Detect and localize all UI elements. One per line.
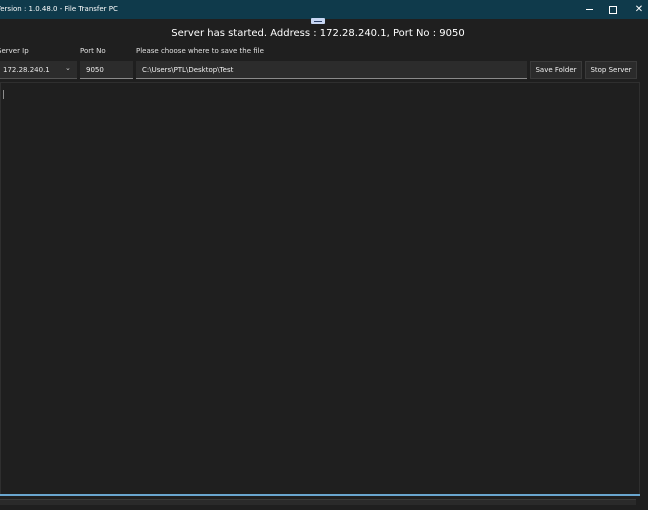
title-bar[interactable]: Version : 1.0.48.0 - File Transfer PC ✕: [0, 0, 648, 19]
save-path-label: Please choose where to save the file: [136, 47, 264, 55]
server-ip-label: Server Ip: [0, 47, 29, 55]
log-textarea[interactable]: [0, 82, 640, 495]
port-label: Port No: [80, 47, 106, 55]
horizontal-scrollbar[interactable]: [0, 499, 636, 505]
minimize-button[interactable]: [576, 0, 602, 19]
log-focus-underline: [0, 494, 640, 496]
drag-handle-icon[interactable]: [311, 18, 325, 24]
maximize-icon: [609, 5, 617, 14]
maximize-button[interactable]: [600, 0, 626, 19]
save-path-input[interactable]: C:\Users\PTL\Desktop\Test: [136, 61, 527, 79]
handle-bar: [314, 20, 322, 22]
minimize-icon: [585, 9, 593, 10]
window-title: Version : 1.0.48.0 - File Transfer PC: [0, 5, 118, 13]
server-status-text: Server has started. Address : 172.28.240…: [171, 28, 465, 39]
server-ip-dropdown[interactable]: 172.28.240.1 ⌄: [0, 61, 77, 79]
save-folder-button[interactable]: Save Folder: [530, 61, 582, 79]
text-caret: [3, 90, 4, 99]
chevron-down-icon: ⌄: [65, 64, 71, 72]
close-button[interactable]: ✕: [626, 0, 648, 19]
close-icon: ✕: [634, 3, 644, 15]
port-input[interactable]: 9050: [80, 61, 133, 79]
app-window: Version : 1.0.48.0 - File Transfer PC ✕ …: [0, 0, 648, 510]
server-ip-value: 172.28.240.1: [3, 65, 50, 74]
stop-server-button[interactable]: Stop Server: [585, 61, 637, 79]
right-edge: [642, 82, 648, 504]
